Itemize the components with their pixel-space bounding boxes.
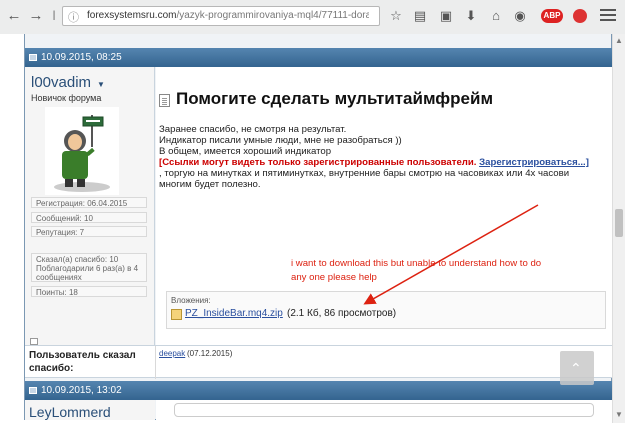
username-link-2[interactable]: LeyLommerd [29,404,111,420]
avatar[interactable] [45,107,119,195]
post-header: 10.09.2015, 08:25 [25,48,612,67]
post-icon [29,54,37,61]
divider [155,346,156,379]
user-info-column: l00vadim ▼ Новичок форума Регистрация: 0… [25,67,155,354]
reading-list-icon[interactable]: ▤ [412,8,428,24]
stat-thanks-said: Сказал(а) спасибо: 10 [36,255,119,264]
scroll-down-icon[interactable]: ▼ [615,410,623,419]
home-icon[interactable]: ⌂ [488,8,504,24]
back-icon[interactable]: ← [5,7,23,25]
scrollbar[interactable]: ▲ ▼ [612,34,625,423]
reload-separator: | [52,10,56,21]
chevron-up-icon: ⌃ [570,360,582,376]
thanks-date: (07.12.2015) [187,349,233,358]
extension-icon[interactable] [573,9,587,23]
stat-thanks: Сказал(а) спасибо: 10 Поблагодарили 6 ра… [31,253,147,282]
username-link[interactable]: l00vadim [31,74,91,91]
url-text[interactable]: forexsystemsru.com/yazyk-programmirovani… [87,10,369,21]
lock-icon[interactable]: ▣ [438,8,454,24]
post-icon [29,387,37,394]
browser-toolbar: ← → | ⓘ forexsystemsru.com/yazyk-program… [0,0,625,35]
download-icon[interactable]: ⬇ [463,8,479,24]
adblock-icon[interactable]: ABP [541,9,563,23]
scroll-up-icon[interactable]: ▲ [615,36,623,45]
menu-icon[interactable] [600,9,616,23]
back-to-top-button[interactable]: ⌃ [560,351,594,385]
post-date: 10.09.2015, 08:25 [41,52,122,63]
star-icon[interactable]: ☆ [388,8,404,24]
url-path: /yazyk-programmirovaniya-mql4/77111-dora… [176,10,369,21]
forward-icon[interactable]: → [27,7,45,25]
user-title: Новичок форума [31,93,102,103]
annotation-arrow [363,204,539,305]
post-date-2: 10.09.2015, 13:02 [41,385,122,396]
thanks-label: Пользователь сказал спасибо: [29,350,136,374]
thanks-row: Пользователь сказал спасибо: deepak (07.… [25,345,612,379]
post-header-2: 10.09.2015, 13:02 [25,381,612,400]
post-content: Помогите сделать мультитаймфрейм Заранее… [156,67,612,354]
stat-messages: Сообщений: 10 [31,212,147,223]
address-bar[interactable]: ⓘ forexsystemsru.com/yazyk-programmirova… [62,6,380,26]
stat-reputation: Репутация: 7 [31,226,147,237]
chevron-down-icon[interactable]: ▼ [97,80,105,89]
post-box [174,403,594,417]
profile-icon[interactable] [30,338,38,345]
user-info-column-2: LeyLommerd [25,400,155,420]
info-icon[interactable]: ⓘ [68,9,80,24]
post-content-2 [156,400,612,420]
scroll-thumb[interactable] [615,209,623,237]
stat-registration: Регистрация: 06.04.2015 [31,197,147,208]
stat-points: Поинты: 18 [31,286,147,297]
thanks-user-link[interactable]: deepak [159,349,185,358]
pocket-icon[interactable]: ◉ [512,8,528,24]
url-domain: forexsystemsru.com [87,10,177,21]
stat-thanks-received: Поблагодарили 6 раз(а) в 4 сообщениях [36,264,139,282]
